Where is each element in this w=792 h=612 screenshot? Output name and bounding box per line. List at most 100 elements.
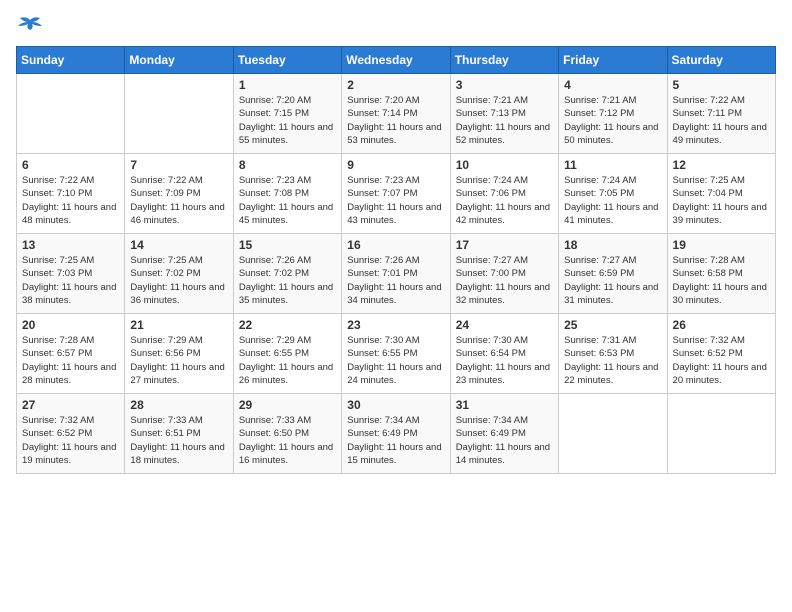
day-cell: 18Sunrise: 7:27 AM Sunset: 6:59 PM Dayli…	[559, 234, 667, 314]
weekday-header-thursday: Thursday	[450, 47, 558, 74]
weekday-header-friday: Friday	[559, 47, 667, 74]
day-detail: Sunrise: 7:28 AM Sunset: 6:58 PM Dayligh…	[673, 254, 770, 307]
day-cell: 21Sunrise: 7:29 AM Sunset: 6:56 PM Dayli…	[125, 314, 233, 394]
day-cell: 31 Sunrise: 7:34 AM Sunset: 6:49 PM Dayli…	[450, 394, 558, 474]
day-cell: 20 Sunrise: 7:28 AM Sunset: 6:57 PM Dayli…	[17, 314, 125, 394]
day-number: 25	[564, 318, 661, 332]
day-number: 11	[564, 158, 661, 172]
day-number: 30	[347, 398, 444, 412]
day-number: 14	[130, 238, 227, 252]
day-cell: 28 Sunrise: 7:33 AM Sunset: 6:51 PM Dayli…	[125, 394, 233, 474]
day-number: 5	[673, 78, 770, 92]
day-detail: Sunrise: 7:25 AM Sunset: 7:04 PM Dayligh…	[673, 174, 770, 227]
day-number: 23	[347, 318, 444, 332]
day-cell	[17, 74, 125, 154]
day-detail: Sunrise: 7:26 AM Sunset: 7:01 PM Dayligh…	[347, 254, 444, 307]
day-number: 7	[130, 158, 227, 172]
day-cell: 14 Sunrise: 7:25 AM Sunset: 7:02 PM Dayli…	[125, 234, 233, 314]
weekday-header-monday: Monday	[125, 47, 233, 74]
day-detail: Sunrise: 7:23 AM Sunset: 7:08 PM Dayligh…	[239, 174, 336, 227]
logo	[16, 16, 48, 38]
day-number: 16	[347, 238, 444, 252]
day-detail: Sunrise: 7:26 AM Sunset: 7:02 PM Dayligh…	[239, 254, 336, 307]
day-number: 2	[347, 78, 444, 92]
day-cell: 23 Sunrise: 7:30 AM Sunset: 6:55 PM Dayli…	[342, 314, 450, 394]
calendar-table: SundayMondayTuesdayWednesdayThursdayFrid…	[16, 46, 776, 474]
day-detail: Sunrise: 7:22 AM Sunset: 7:11 PM Dayligh…	[673, 94, 770, 147]
day-number: 13	[22, 238, 119, 252]
day-detail: Sunrise: 7:25 AM Sunset: 7:03 PM Dayligh…	[22, 254, 119, 307]
day-cell: 8 Sunrise: 7:23 AM Sunset: 7:08 PM Daylig…	[233, 154, 341, 234]
day-cell	[667, 394, 775, 474]
day-detail: Sunrise: 7:21 AM Sunset: 7:13 PM Dayligh…	[456, 94, 553, 147]
weekday-header-wednesday: Wednesday	[342, 47, 450, 74]
day-number: 26	[673, 318, 770, 332]
day-cell	[559, 394, 667, 474]
day-detail: Sunrise: 7:27 AM Sunset: 6:59 PM Dayligh…	[564, 254, 661, 307]
day-number: 20	[22, 318, 119, 332]
day-detail: Sunrise: 7:28 AM Sunset: 6:57 PM Dayligh…	[22, 334, 119, 387]
day-detail: Sunrise: 7:22 AM Sunset: 7:10 PM Dayligh…	[22, 174, 119, 227]
day-cell: 25 Sunrise: 7:31 AM Sunset: 6:53 PM Dayli…	[559, 314, 667, 394]
day-number: 31	[456, 398, 553, 412]
day-cell: 7 Sunrise: 7:22 AM Sunset: 7:09 PM Daylig…	[125, 154, 233, 234]
day-cell: 24 Sunrise: 7:30 AM Sunset: 6:54 PM Dayli…	[450, 314, 558, 394]
day-cell: 3 Sunrise: 7:21 AM Sunset: 7:13 PM Daylig…	[450, 74, 558, 154]
day-detail: Sunrise: 7:24 AM Sunset: 7:05 PM Dayligh…	[564, 174, 661, 227]
week-row-3: 13 Sunrise: 7:25 AM Sunset: 7:03 PM Dayli…	[17, 234, 776, 314]
day-detail: Sunrise: 7:20 AM Sunset: 7:14 PM Dayligh…	[347, 94, 444, 147]
week-row-2: 6Sunrise: 7:22 AM Sunset: 7:10 PM Daylig…	[17, 154, 776, 234]
day-detail: Sunrise: 7:22 AM Sunset: 7:09 PM Dayligh…	[130, 174, 227, 227]
day-detail: Sunrise: 7:25 AM Sunset: 7:02 PM Dayligh…	[130, 254, 227, 307]
day-detail: Sunrise: 7:34 AM Sunset: 6:49 PM Dayligh…	[456, 414, 553, 467]
day-number: 28	[130, 398, 227, 412]
day-number: 17	[456, 238, 553, 252]
weekday-header-row: SundayMondayTuesdayWednesdayThursdayFrid…	[17, 47, 776, 74]
logo-bird-icon	[16, 16, 44, 38]
day-cell: 2 Sunrise: 7:20 AM Sunset: 7:14 PM Daylig…	[342, 74, 450, 154]
day-detail: Sunrise: 7:20 AM Sunset: 7:15 PM Dayligh…	[239, 94, 336, 147]
day-number: 12	[673, 158, 770, 172]
day-cell: 6Sunrise: 7:22 AM Sunset: 7:10 PM Daylig…	[17, 154, 125, 234]
weekday-header-tuesday: Tuesday	[233, 47, 341, 74]
day-number: 29	[239, 398, 336, 412]
day-cell: 27Sunrise: 7:32 AM Sunset: 6:52 PM Dayli…	[17, 394, 125, 474]
day-number: 8	[239, 158, 336, 172]
day-cell: 16 Sunrise: 7:26 AM Sunset: 7:01 PM Dayli…	[342, 234, 450, 314]
day-number: 22	[239, 318, 336, 332]
day-number: 15	[239, 238, 336, 252]
day-cell: 11 Sunrise: 7:24 AM Sunset: 7:05 PM Dayli…	[559, 154, 667, 234]
day-number: 9	[347, 158, 444, 172]
day-cell: 17 Sunrise: 7:27 AM Sunset: 7:00 PM Dayli…	[450, 234, 558, 314]
day-cell: 15 Sunrise: 7:26 AM Sunset: 7:02 PM Dayli…	[233, 234, 341, 314]
day-cell	[125, 74, 233, 154]
page-header	[16, 16, 776, 38]
day-detail: Sunrise: 7:33 AM Sunset: 6:50 PM Dayligh…	[239, 414, 336, 467]
day-cell: 4 Sunrise: 7:21 AM Sunset: 7:12 PM Daylig…	[559, 74, 667, 154]
day-number: 1	[239, 78, 336, 92]
day-cell: 26 Sunrise: 7:32 AM Sunset: 6:52 PM Dayli…	[667, 314, 775, 394]
day-number: 24	[456, 318, 553, 332]
week-row-4: 20 Sunrise: 7:28 AM Sunset: 6:57 PM Dayli…	[17, 314, 776, 394]
day-cell: 30Sunrise: 7:34 AM Sunset: 6:49 PM Dayli…	[342, 394, 450, 474]
day-cell: 5 Sunrise: 7:22 AM Sunset: 7:11 PM Daylig…	[667, 74, 775, 154]
day-detail: Sunrise: 7:21 AM Sunset: 7:12 PM Dayligh…	[564, 94, 661, 147]
day-detail: Sunrise: 7:33 AM Sunset: 6:51 PM Dayligh…	[130, 414, 227, 467]
day-detail: Sunrise: 7:30 AM Sunset: 6:55 PM Dayligh…	[347, 334, 444, 387]
day-detail: Sunrise: 7:24 AM Sunset: 7:06 PM Dayligh…	[456, 174, 553, 227]
day-cell: 29 Sunrise: 7:33 AM Sunset: 6:50 PM Dayli…	[233, 394, 341, 474]
day-number: 10	[456, 158, 553, 172]
day-cell: 13 Sunrise: 7:25 AM Sunset: 7:03 PM Dayli…	[17, 234, 125, 314]
day-number: 3	[456, 78, 553, 92]
day-detail: Sunrise: 7:27 AM Sunset: 7:00 PM Dayligh…	[456, 254, 553, 307]
day-detail: Sunrise: 7:30 AM Sunset: 6:54 PM Dayligh…	[456, 334, 553, 387]
day-cell: 9Sunrise: 7:23 AM Sunset: 7:07 PM Daylig…	[342, 154, 450, 234]
day-cell: 22Sunrise: 7:29 AM Sunset: 6:55 PM Dayli…	[233, 314, 341, 394]
day-detail: Sunrise: 7:32 AM Sunset: 6:52 PM Dayligh…	[673, 334, 770, 387]
week-row-5: 27Sunrise: 7:32 AM Sunset: 6:52 PM Dayli…	[17, 394, 776, 474]
day-cell: 19Sunrise: 7:28 AM Sunset: 6:58 PM Dayli…	[667, 234, 775, 314]
day-detail: Sunrise: 7:31 AM Sunset: 6:53 PM Dayligh…	[564, 334, 661, 387]
day-number: 4	[564, 78, 661, 92]
week-row-1: 1 Sunrise: 7:20 AM Sunset: 7:15 PM Daylig…	[17, 74, 776, 154]
day-cell: 10 Sunrise: 7:24 AM Sunset: 7:06 PM Dayli…	[450, 154, 558, 234]
